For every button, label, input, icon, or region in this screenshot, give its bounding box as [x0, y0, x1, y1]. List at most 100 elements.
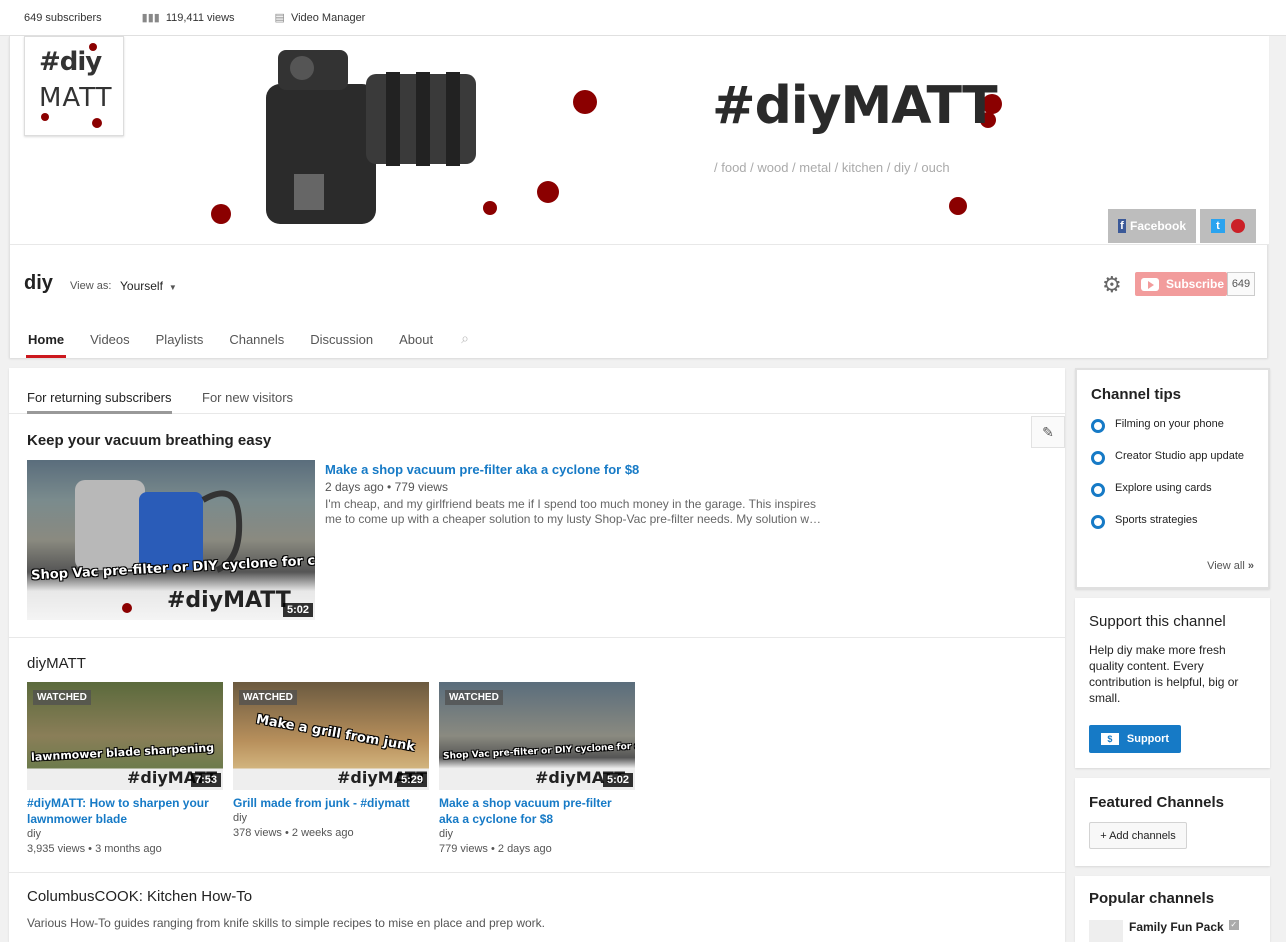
- tab-returning-subscribers[interactable]: For returning subscribers: [27, 390, 172, 414]
- tip-item[interactable]: Sports strategies: [1091, 514, 1251, 529]
- popular-channels-card: Popular channels Family Fun Pack ✓: [1075, 876, 1270, 942]
- watched-badge: WATCHED: [239, 690, 297, 705]
- tab-channels[interactable]: Channels: [227, 321, 286, 358]
- tip-ring-icon: [1091, 419, 1105, 433]
- tip-ring-icon: [1091, 483, 1105, 497]
- tip-item[interactable]: Filming on your phone: [1091, 418, 1251, 433]
- tab-discussion[interactable]: Discussion: [308, 321, 375, 358]
- views-stat[interactable]: ▮▮▮ 119,411 views: [141, 11, 235, 25]
- chevron-right-icon: »: [1247, 560, 1254, 572]
- channel-banner: #diy MATT #diyMATT / food / wood / metal…: [10, 36, 1269, 245]
- gear-icon[interactable]: ⚙: [1102, 274, 1126, 298]
- video-meta: 3,935 views • 3 months ago: [27, 843, 162, 855]
- video-thumbnail[interactable]: WATCHED Shop Vac pre-filter or DIY cyclo…: [439, 682, 635, 790]
- camera-illustration: [211, 50, 476, 224]
- add-channels-button[interactable]: + Add channels: [1089, 822, 1187, 849]
- featured-video-age: 2 days ago: [325, 480, 384, 494]
- video-views: 378 views: [233, 827, 282, 839]
- thumb-caption: Make a grill from junk: [254, 712, 417, 755]
- view-as-dropdown[interactable]: Yourself ▼: [120, 279, 177, 293]
- video-title[interactable]: #diyMATT: How to sharpen your lawnmower …: [27, 795, 223, 827]
- support-channel-card: Support this channel Help diy make more …: [1075, 598, 1270, 768]
- tip-label: Creator Studio app update: [1115, 450, 1245, 462]
- subscribe-label: Subscribe: [1166, 277, 1225, 291]
- support-button[interactable]: $ Support: [1089, 725, 1181, 753]
- channel-tips-title: Channel tips: [1091, 386, 1182, 403]
- facebook-label: Facebook: [1129, 219, 1186, 233]
- video-title[interactable]: Grill made from junk - #diymatt: [233, 795, 429, 811]
- tip-item[interactable]: Explore using cards: [1091, 482, 1251, 497]
- view-all-link[interactable]: View all »: [1207, 560, 1254, 572]
- section-title-columbuscook[interactable]: ColumbusCOOK: Kitchen How-To: [27, 888, 252, 905]
- video-views: 779 views: [439, 843, 488, 855]
- verified-icon: ✓: [1228, 920, 1239, 930]
- video-card[interactable]: WATCHED lawnmower blade sharpening #diyM…: [27, 682, 223, 857]
- tip-item[interactable]: Creator Studio app update: [1091, 450, 1251, 465]
- video-age: 2 weeks ago: [291, 827, 354, 839]
- audience-tabs: For returning subscribers For new visito…: [9, 368, 1065, 414]
- video-manager-label: Video Manager: [290, 11, 366, 24]
- channel-name: diy: [24, 272, 53, 294]
- video-card[interactable]: WATCHED Make a grill from junk #diyMATT …: [233, 682, 429, 841]
- channel-tips-card: Channel tips Filming on your phone Creat…: [1075, 368, 1270, 589]
- video-card[interactable]: WATCHED Shop Vac pre-filter or DIY cyclo…: [439, 682, 635, 857]
- tip-ring-icon: [1091, 451, 1105, 465]
- video-duration: 7:53: [190, 773, 221, 787]
- facebook-link[interactable]: f Facebook: [1108, 209, 1196, 243]
- video-thumbnail[interactable]: WATCHED Make a grill from junk #diyMATT …: [233, 682, 429, 790]
- tab-videos[interactable]: Videos: [88, 321, 132, 358]
- popular-channel-item[interactable]: Family Fun Pack ✓: [1089, 920, 1239, 942]
- featured-video-thumbnail[interactable]: Shop Vac pre-filter or DIY cyclone for c…: [27, 460, 315, 620]
- home-content: For returning subscribers For new visito…: [9, 368, 1065, 942]
- tab-playlists[interactable]: Playlists: [154, 321, 206, 358]
- tip-label: Filming on your phone: [1115, 418, 1224, 430]
- search-icon[interactable]: ⌕: [461, 321, 469, 358]
- video-title[interactable]: Make a shop vacuum pre-filter aka a cycl…: [439, 795, 635, 827]
- channel-thumbnail[interactable]: [1089, 920, 1123, 942]
- channel-avatar[interactable]: #diy MATT: [24, 36, 124, 136]
- popular-channels-title: Popular channels: [1089, 890, 1215, 907]
- pinterest-icon[interactable]: [1231, 219, 1245, 233]
- video-age: 3 months ago: [95, 843, 162, 855]
- featured-section-title: Keep your vacuum breathing easy: [27, 432, 272, 449]
- video-meta: 779 views • 2 days ago: [439, 843, 552, 855]
- video-channel[interactable]: diy: [233, 811, 429, 826]
- tip-label: Sports strategies: [1115, 514, 1198, 526]
- views-count-text: 119,411 views: [165, 11, 235, 24]
- tab-new-visitors[interactable]: For new visitors: [202, 390, 293, 413]
- subscriber-count-badge: 649: [1227, 272, 1255, 296]
- video-duration: 5:02: [602, 773, 633, 787]
- channel-tabs: Home Videos Playlists Channels Discussio…: [10, 321, 1269, 358]
- featured-channels-card: Featured Channels + Add channels: [1075, 778, 1270, 866]
- tab-home[interactable]: Home: [26, 321, 67, 358]
- featured-video-title[interactable]: Make a shop vacuum pre-filter aka a cycl…: [325, 462, 639, 477]
- thumb-caption: Shop Vac pre-filter or DIY cyclone for c…: [442, 740, 635, 762]
- video-manager-icon: ▤: [274, 12, 285, 24]
- twitter-icon[interactable]: t: [1211, 219, 1225, 233]
- edit-pencil-icon[interactable]: ✎: [1031, 416, 1065, 448]
- chevron-down-icon: ▼: [168, 283, 177, 292]
- video-channel[interactable]: diy: [439, 827, 635, 842]
- tip-ring-icon: [1091, 515, 1105, 529]
- video-thumbnail[interactable]: WATCHED lawnmower blade sharpening #diyM…: [27, 682, 223, 790]
- youtube-play-icon: [1141, 277, 1159, 291]
- subscriber-count-text: 649 subscribers: [24, 11, 102, 24]
- banner-tagline: / food / wood / metal / kitchen / diy / …: [714, 160, 950, 175]
- featured-thumb-logo: #diyMATT: [167, 588, 291, 613]
- popular-channel-name[interactable]: Family Fun Pack: [1129, 920, 1224, 942]
- shelf-title[interactable]: diyMATT: [27, 655, 86, 672]
- subscriber-stat[interactable]: 649 subscribers: [24, 12, 102, 24]
- facebook-icon: f: [1118, 219, 1126, 233]
- tip-label: Explore using cards: [1115, 482, 1212, 494]
- tab-about[interactable]: About: [397, 321, 435, 358]
- social-links[interactable]: t: [1200, 209, 1256, 243]
- channel-stats-bar: 649 subscribers ▮▮▮ 119,411 views ▤ Vide…: [0, 0, 1286, 36]
- section-description: Various How-To guides ranging from knife…: [27, 916, 546, 930]
- support-button-label: Support: [1126, 733, 1170, 745]
- video-channel[interactable]: diy: [27, 827, 223, 842]
- support-text: Help diy make more fresh quality content…: [1089, 643, 1239, 705]
- subscribe-button[interactable]: Subscribe: [1135, 272, 1227, 296]
- bar-chart-icon: ▮▮▮: [141, 12, 160, 24]
- support-title: Support this channel: [1089, 613, 1226, 630]
- video-manager-link[interactable]: ▤ Video Manager: [274, 11, 366, 25]
